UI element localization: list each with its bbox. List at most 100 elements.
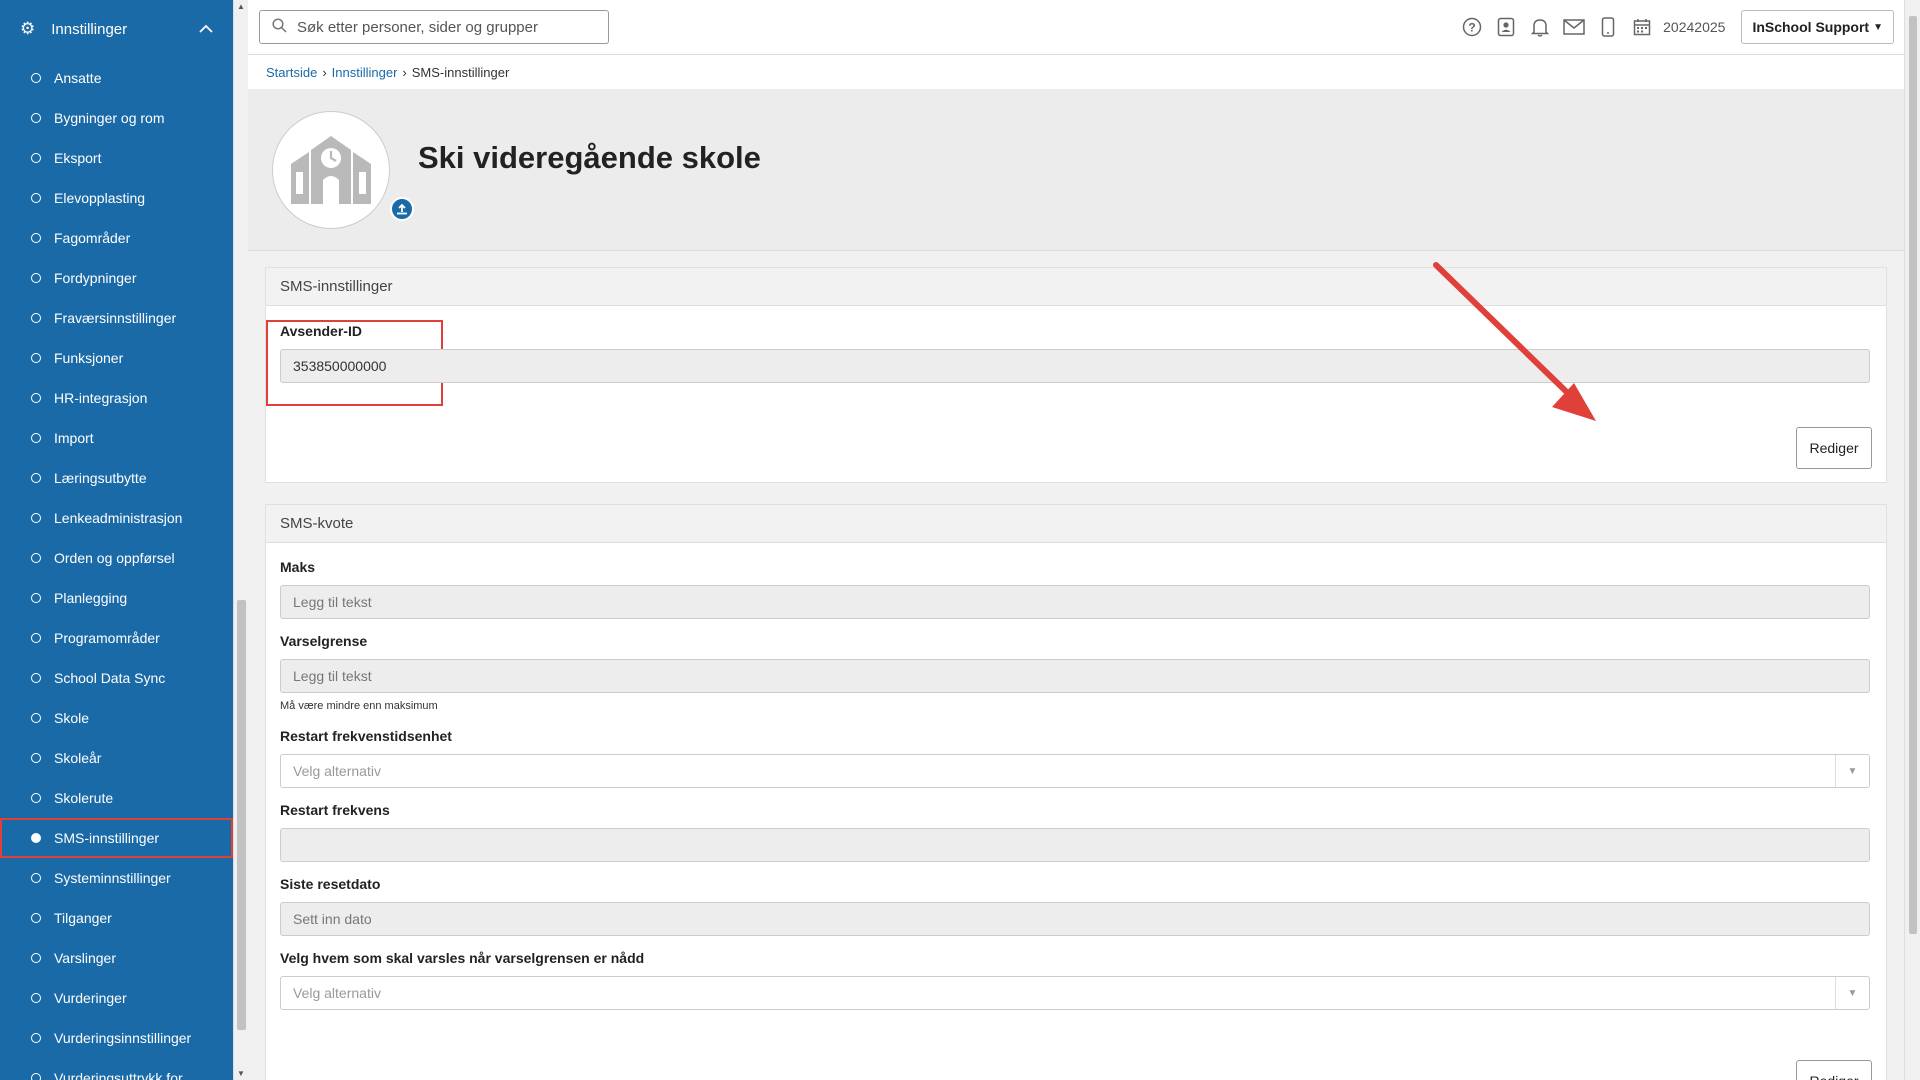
last-reset-label: Siste resetdato xyxy=(280,876,381,892)
breadcrumb: Startside › Innstillinger › SMS-innstill… xyxy=(248,55,1904,89)
notify-select[interactable]: Velg alternativ ▼ xyxy=(280,976,1870,1010)
last-reset-date-input[interactable]: Sett inn dato xyxy=(280,902,1870,936)
circle-icon xyxy=(31,273,41,283)
sidebar-item[interactable]: Vurderingsinnstillinger xyxy=(0,1018,233,1058)
sidebar-item[interactable]: HR-integrasjon xyxy=(0,378,233,418)
top-icons: ? 20242025 InSchool Support ▼ xyxy=(1455,10,1894,44)
sidebar: ⚙ Innstillinger Ansatte Bygninger og rom E… xyxy=(0,0,233,1080)
restart-frequency-input[interactable] xyxy=(280,828,1870,862)
sender-id-field[interactable]: 353850000000 xyxy=(280,349,1870,383)
svg-text:?: ? xyxy=(1468,21,1475,35)
sidebar-item[interactable]: Skole xyxy=(0,698,233,738)
sidebar-item-label: Fordypninger xyxy=(54,270,137,286)
sidebar-item-label: Funksjoner xyxy=(54,350,124,366)
sidebar-item[interactable]: Bygninger og rom xyxy=(0,98,233,138)
sidebar-item[interactable]: Vurderinger xyxy=(0,978,233,1018)
scroll-down-arrow-icon[interactable]: ▼ xyxy=(237,1069,245,1078)
caret-down-icon: ▼ xyxy=(1873,21,1883,33)
circle-icon xyxy=(31,953,41,963)
sidebar-scrollbar[interactable]: ▲ ▼ xyxy=(233,0,248,1080)
sidebar-item[interactable]: Fordypninger xyxy=(0,258,233,298)
scroll-up-arrow-icon[interactable]: ▲ xyxy=(237,2,245,11)
school-header: Ski videregående skole xyxy=(248,89,1904,251)
upload-logo-button[interactable] xyxy=(390,197,414,221)
sidebar-item-label: Varslinger xyxy=(54,950,116,966)
gear-icon: ⚙ xyxy=(20,19,36,38)
sidebar-scroll-thumb[interactable] xyxy=(237,600,246,1030)
contact-card-icon[interactable] xyxy=(1489,10,1523,44)
sidebar-item[interactable]: Eksport xyxy=(0,138,233,178)
sidebar-item[interactable]: Planlegging xyxy=(0,578,233,618)
sidebar-header-innstillinger[interactable]: ⚙ Innstillinger xyxy=(0,0,233,58)
sidebar-item[interactable]: School Data Sync xyxy=(0,658,233,698)
chevron-down-icon[interactable]: ▼ xyxy=(1835,755,1869,787)
edit-button[interactable]: Rediger xyxy=(1796,1060,1872,1080)
breadcrumb-separator-icon: › xyxy=(322,64,327,80)
circle-icon xyxy=(31,393,41,403)
sidebar-item[interactable]: Programområder xyxy=(0,618,233,658)
user-menu-button[interactable]: InSchool Support ▼ xyxy=(1741,10,1894,44)
search-input[interactable] xyxy=(297,18,587,36)
sidebar-item-label: HR-integrasjon xyxy=(54,390,148,406)
school-year-label[interactable]: 20242025 xyxy=(1663,19,1725,35)
sidebar-item[interactable]: Skolerute xyxy=(0,778,233,818)
mobile-icon[interactable] xyxy=(1591,10,1625,44)
restart-unit-label: Restart frekvenstidsenhet xyxy=(280,728,452,744)
sidebar-item[interactable]: SMS-innstillinger xyxy=(0,818,233,858)
calendar-icon[interactable] xyxy=(1625,10,1659,44)
sidebar-item[interactable]: Elevopplasting xyxy=(0,178,233,218)
bell-icon[interactable] xyxy=(1523,10,1557,44)
sender-id-label: Avsender-ID xyxy=(280,323,362,339)
sidebar-item[interactable]: Lenkeadministrasjon xyxy=(0,498,233,538)
sidebar-item-label: Lenkeadministrasjon xyxy=(54,510,183,526)
chevron-up-icon[interactable] xyxy=(199,20,213,38)
search-box[interactable] xyxy=(259,10,609,44)
sidebar-item-label: Vurderingsinnstillinger xyxy=(54,1030,192,1046)
edit-button[interactable]: Rediger xyxy=(1796,427,1872,469)
circle-icon xyxy=(31,553,41,563)
restart-unit-select[interactable]: Velg alternativ ▼ xyxy=(280,754,1870,788)
max-input[interactable]: Legg til tekst xyxy=(280,585,1870,619)
circle-icon xyxy=(31,753,41,763)
sidebar-item[interactable]: Ansatte xyxy=(0,58,233,98)
restart-frequency-label: Restart frekvens xyxy=(280,802,390,818)
breadcrumb-parent-link[interactable]: Innstillinger xyxy=(332,65,398,80)
sms-settings-panel: SMS-innstillinger Avsender-ID 3538500000… xyxy=(265,267,1887,483)
mail-icon[interactable] xyxy=(1557,10,1591,44)
sidebar-header-label: Innstillinger xyxy=(51,20,128,38)
annotation-arrow-icon xyxy=(1433,262,1596,421)
sidebar-item-label: Eksport xyxy=(54,150,102,166)
circle-icon xyxy=(31,433,41,443)
help-icon[interactable]: ? xyxy=(1455,10,1489,44)
sidebar-item[interactable]: Fraværsinnstillinger xyxy=(0,298,233,338)
restart-unit-placeholder: Velg alternativ xyxy=(293,763,381,779)
sidebar-item[interactable]: Tilganger xyxy=(0,898,233,938)
circle-icon xyxy=(31,113,41,123)
circle-icon xyxy=(31,353,41,363)
sidebar-item[interactable]: Skoleår xyxy=(0,738,233,778)
sidebar-item[interactable]: Fagområder xyxy=(0,218,233,258)
main-content: Startside › Innstillinger › SMS-innstill… xyxy=(248,55,1904,1080)
circle-icon xyxy=(31,193,41,203)
circle-icon xyxy=(31,1073,41,1080)
sms-quota-panel: SMS-kvote Maks Legg til tekst Varselgren… xyxy=(265,504,1887,1080)
circle-icon xyxy=(31,993,41,1003)
sidebar-item[interactable]: Orden og oppførsel xyxy=(0,538,233,578)
max-label: Maks xyxy=(280,559,316,575)
sidebar-item[interactable]: Funksjoner xyxy=(0,338,233,378)
threshold-input[interactable]: Legg til tekst xyxy=(280,659,1870,693)
sidebar-item-label: Planlegging xyxy=(54,590,128,606)
breadcrumb-home-link[interactable]: Startside xyxy=(266,65,317,80)
page-title: Ski videregående skole xyxy=(418,140,761,175)
circle-icon xyxy=(31,153,41,163)
sidebar-item-label: Elevopplasting xyxy=(54,190,146,206)
chevron-down-icon[interactable]: ▼ xyxy=(1835,977,1869,1009)
sidebar-item[interactable]: Læringsutbytte xyxy=(0,458,233,498)
sidebar-item[interactable]: Vurderingsuttrykk for xyxy=(0,1058,233,1080)
sidebar-item[interactable]: Systeminnstillinger xyxy=(0,858,233,898)
circle-icon xyxy=(31,313,41,323)
sidebar-item[interactable]: Varslinger xyxy=(0,938,233,978)
main-scroll-thumb[interactable] xyxy=(1909,16,1917,934)
sidebar-item[interactable]: Import xyxy=(0,418,233,458)
main-scrollbar[interactable] xyxy=(1904,0,1920,1080)
